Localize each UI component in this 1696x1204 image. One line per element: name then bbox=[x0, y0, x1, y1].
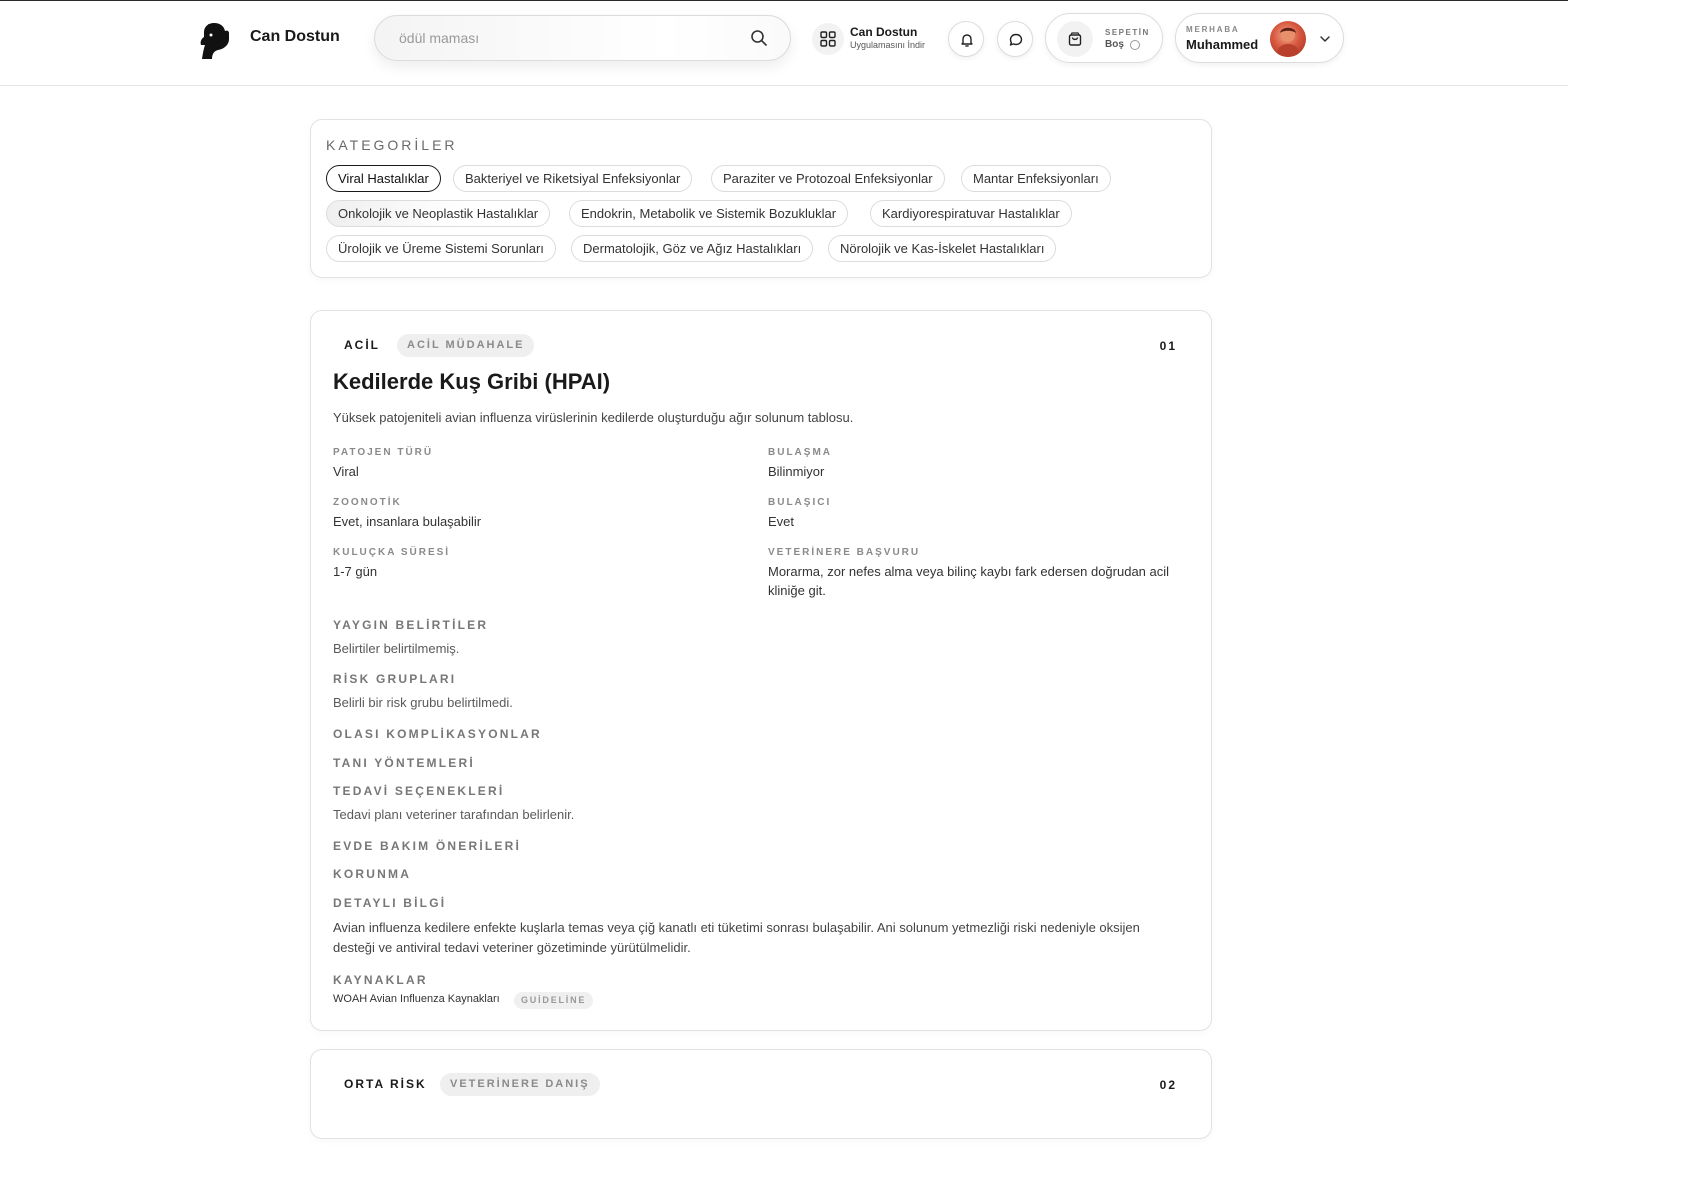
user-name: Muhammed bbox=[1186, 37, 1259, 52]
categories-panel: KATEGORİLER Viral Hastalıklar Bakteriyel… bbox=[310, 119, 1212, 278]
action-badge: ACİL MÜDAHALE bbox=[397, 334, 535, 357]
apps-grid-icon bbox=[812, 23, 844, 55]
cart-button[interactable]: SEPETİN Boş bbox=[1045, 13, 1163, 63]
disease-title: Kedilerde Kuş Gribi (HPAI) bbox=[333, 369, 611, 394]
category-chip-parasitic[interactable]: Paraziter ve Protozoal Enfeksiyonlar bbox=[711, 165, 945, 192]
contagious-label: BULAŞICI bbox=[768, 497, 832, 508]
search-icon[interactable] bbox=[750, 29, 768, 47]
user-menu[interactable]: MERHABA Muhammed bbox=[1175, 13, 1344, 63]
category-chip-endocrine[interactable]: Endokrin, Metabolik ve Sistemik Bozukluk… bbox=[569, 200, 849, 227]
search-input[interactable] bbox=[399, 16, 739, 60]
cart-label: SEPETİN bbox=[1105, 28, 1150, 37]
category-chip-neurology[interactable]: Nörolojik ve Kas-İskelet Hastalıkları bbox=[828, 235, 1057, 262]
category-chip-urology[interactable]: Ürolojik ve Üreme Sistemi Sorunları bbox=[326, 235, 556, 262]
category-chip-bacterial[interactable]: Bakteriyel ve Riketsiyal Enfeksiyonlar bbox=[453, 165, 693, 192]
avatar bbox=[1270, 21, 1306, 57]
category-chip-fungal[interactable]: Mantar Enfeksiyonları bbox=[961, 165, 1111, 192]
prevention-label: KORUNMA bbox=[333, 867, 412, 881]
vet-value: Morarma, zor nefes alma veya bilinç kayb… bbox=[768, 564, 1170, 598]
transmission-label: BULAŞMA bbox=[768, 447, 832, 458]
incubation-value: 1-7 gün bbox=[333, 564, 378, 579]
zoonotic-value: Evet, insanlara bulaşabilir bbox=[333, 514, 482, 529]
transmission-value: Bilinmiyor bbox=[768, 464, 825, 479]
zoonotic-label: ZOONOTİK bbox=[333, 497, 402, 508]
bell-icon bbox=[961, 34, 973, 47]
card-number: 01 bbox=[1159, 339, 1177, 353]
category-chip-viral[interactable]: Viral Hastalıklar bbox=[326, 165, 441, 192]
chevron-down-icon bbox=[1320, 36, 1330, 42]
details-label: DETAYLI BİLGİ bbox=[333, 896, 447, 910]
pathogen-label: PATOJEN TÜRÜ bbox=[333, 447, 434, 458]
categories-title: KATEGORİLER bbox=[326, 137, 458, 153]
user-greeting: MERHABA bbox=[1186, 25, 1240, 34]
category-chip-dermatology[interactable]: Dermatolojik, Göz ve Ağız Hastalıkları bbox=[571, 235, 814, 262]
cart-status: Boş bbox=[1105, 39, 1124, 50]
notifications-button[interactable] bbox=[948, 21, 984, 57]
shopping-bag-icon bbox=[1057, 21, 1093, 57]
severity-badge: ACİL bbox=[344, 338, 380, 352]
brand-logo-icon[interactable] bbox=[198, 21, 232, 61]
disease-card: ORTA RİSK VETERİNERE DANIŞ 02 bbox=[310, 1049, 1212, 1139]
sources-label: KAYNAKLAR bbox=[333, 973, 428, 987]
search-bar bbox=[374, 15, 791, 61]
severity-badge: ORTA RİSK bbox=[344, 1077, 427, 1091]
contagious-value: Evet bbox=[768, 514, 795, 529]
smiley-icon bbox=[1130, 40, 1140, 50]
symptoms-label: YAYGIN BELİRTİLER bbox=[333, 618, 489, 632]
action-badge: VETERİNERE DANIŞ bbox=[440, 1073, 600, 1096]
pathogen-value: Viral bbox=[333, 464, 359, 479]
treatment-label: TEDAVİ SEÇENEKLERİ bbox=[333, 784, 505, 798]
complications-label: OLASI KOMPLİKASYONLAR bbox=[333, 727, 542, 741]
category-chip-oncology[interactable]: Onkolojik ve Neoplastik Hastalıklar bbox=[326, 200, 551, 227]
app-download-subtitle: Uygulamasını İndir bbox=[850, 40, 926, 50]
symptoms-value: Belirtiler belirtilmemiş. bbox=[333, 641, 460, 656]
incubation-label: KULUÇKA SÜRESİ bbox=[333, 547, 451, 558]
site-header: Can Dostun Can Dostun Uygulamasını İndir bbox=[0, 1, 1568, 86]
chat-bubble-icon bbox=[1009, 33, 1023, 46]
category-chip-cardio[interactable]: Kardiyorespiratuvar Hastalıklar bbox=[870, 200, 1072, 227]
disease-description: Yüksek patojeniteli avian influenza virü… bbox=[333, 410, 854, 425]
app-download-title: Can Dostun bbox=[850, 25, 918, 39]
homecare-label: EVDE BAKIM ÖNERİLERİ bbox=[333, 839, 522, 853]
treatment-value: Tedavi planı veteriner tarafından belirl… bbox=[333, 807, 575, 822]
risk-groups-label: RİSK GRUPLARI bbox=[333, 672, 457, 686]
diagnosis-label: TANI YÖNTEMLERİ bbox=[333, 756, 475, 770]
source-link[interactable]: WOAH Avian Influenza Kaynakları bbox=[333, 993, 500, 1005]
vet-label: VETERİNERE BAŞVURU bbox=[768, 547, 921, 558]
messages-button[interactable] bbox=[997, 21, 1033, 57]
source-type-badge: GUİDELİNE bbox=[514, 992, 594, 1009]
disease-card: ACİL ACİL MÜDAHALE 01 Kedilerde Kuş Grib… bbox=[310, 310, 1212, 1031]
card-number: 02 bbox=[1159, 1078, 1177, 1092]
details-value: Avian influenza kedilere enfekte kuşlarl… bbox=[333, 920, 1140, 955]
risk-groups-value: Belirli bir risk grubu belirtilmedi. bbox=[333, 695, 513, 710]
brand-name[interactable]: Can Dostun bbox=[250, 28, 340, 46]
